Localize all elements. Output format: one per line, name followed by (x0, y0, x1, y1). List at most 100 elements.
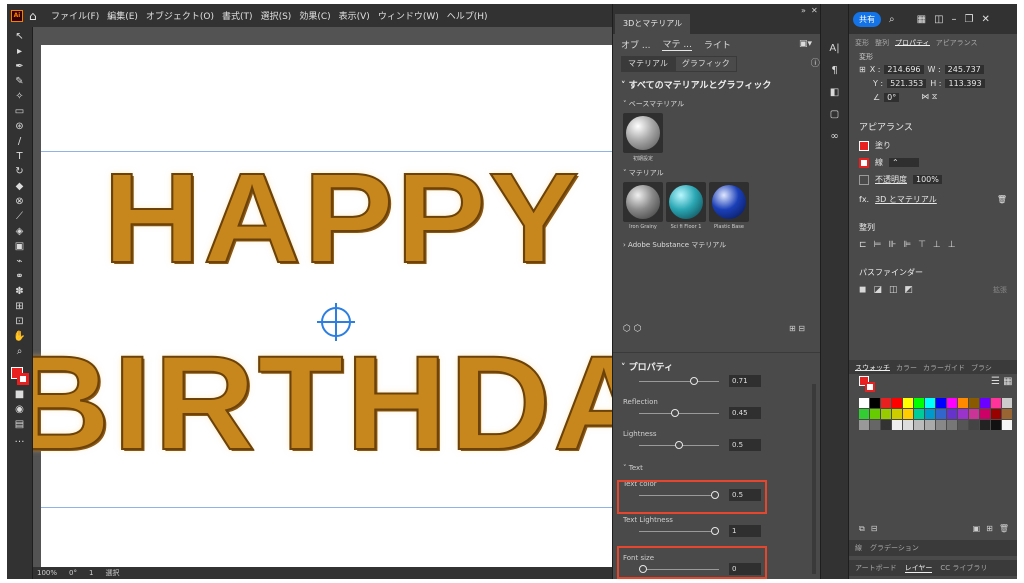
fill-stroke-swatches[interactable] (9, 365, 31, 387)
lightness-track[interactable] (639, 440, 719, 449)
intersect-icon[interactable]: ◫ (889, 285, 898, 295)
swatch-0[interactable] (859, 398, 869, 408)
tab-color-guide[interactable]: カラーガイド (923, 363, 965, 372)
delete-swatch-icon[interactable]: 🗑 (999, 524, 1009, 534)
effect-row[interactable]: fx. 3D とマテリアル 🗑 (849, 188, 1017, 208)
close-window-icon[interactable]: ✕ (981, 14, 989, 25)
subtab-lighting[interactable]: ライト (704, 38, 731, 51)
zoom-level[interactable]: 100% (37, 569, 57, 577)
render-options-icon[interactable]: ▣▾ (799, 39, 812, 49)
swatch-28[interactable] (859, 420, 869, 430)
color-mode-icon[interactable]: ■ (11, 387, 29, 402)
swatch-3[interactable] (892, 398, 902, 408)
zoom-tool-icon[interactable]: ⌕ (11, 344, 29, 359)
reflection-track[interactable] (639, 408, 719, 417)
swatch-26[interactable] (991, 409, 1001, 419)
angle-field[interactable]: 0° (884, 92, 900, 102)
artboard-tool-icon[interactable]: ⊞ (11, 299, 29, 314)
eraser-tool-icon[interactable]: ◆ (11, 179, 29, 194)
tab-layers[interactable]: レイヤー (904, 563, 933, 573)
align-bottom-icon[interactable]: ⊥ (948, 240, 956, 250)
all-materials-heading[interactable]: ˅ すべてのマテリアルとグラフィック (613, 72, 820, 95)
3d-rotate-widget-icon[interactable] (317, 303, 355, 341)
swatch-32[interactable] (903, 420, 913, 430)
tab-3d-materials[interactable]: 3Dとマテリアル (615, 14, 691, 34)
delete-effect-icon[interactable]: 🗑 (997, 195, 1007, 204)
opacity-field[interactable]: 100% (913, 175, 942, 184)
minus-front-icon[interactable]: ◪ (873, 285, 882, 295)
new-group-icon[interactable]: ▣ (973, 524, 981, 534)
swatch-13[interactable] (1002, 398, 1012, 408)
swatch-23[interactable] (958, 409, 968, 419)
menu-window[interactable]: ウィンドウ(W) (378, 9, 439, 22)
workspace-icon[interactable]: ▦ (917, 14, 926, 25)
rotate-tool-icon[interactable]: ↻ (11, 164, 29, 179)
stroke-color-swatch[interactable] (859, 157, 869, 168)
reflection-knob[interactable] (671, 408, 680, 417)
y-field[interactable]: 521.353 (887, 78, 927, 88)
slice-tool-icon[interactable]: ⊡ (11, 314, 29, 329)
swatch-17[interactable] (892, 409, 902, 419)
expand-button[interactable]: 拡張 (993, 285, 1007, 295)
swatch-18[interactable] (903, 409, 913, 419)
anchor-tool-icon[interactable]: ✧ (11, 89, 29, 104)
menu-help[interactable]: ヘルプ(H) (447, 9, 488, 22)
pencil-tool-icon[interactable]: / (11, 134, 29, 149)
swatch-2[interactable] (881, 398, 891, 408)
graphics-button[interactable]: グラフィック (674, 56, 737, 72)
material-actions-icon[interactable]: ⊞ ⊟ (789, 324, 805, 333)
stroke-weight-field[interactable]: ⌃ (889, 158, 919, 167)
menu-file[interactable]: ファイル(F) (51, 9, 99, 22)
align-middle-icon[interactable]: ⊥ (933, 240, 941, 250)
swatch-25[interactable] (980, 409, 990, 419)
more-tools-icon[interactable]: … (11, 432, 29, 447)
direct-selection-tool-icon[interactable]: ▸ (11, 44, 29, 59)
align-center-icon[interactable]: ⊪ (888, 240, 896, 250)
paragraph-panel-icon[interactable]: ¶ (831, 60, 837, 82)
fill-color-swatch[interactable] (859, 140, 869, 151)
curvature-tool-icon[interactable]: ✎ (11, 74, 29, 89)
blend-tool-icon[interactable]: ⚭ (11, 269, 29, 284)
align-to-icon[interactable]: ⊏ (859, 240, 867, 250)
menu-effect[interactable]: 効果(C) (299, 9, 330, 22)
new-swatch-icon[interactable]: ⊞ (986, 524, 993, 534)
tab-color[interactable]: カラー (896, 363, 917, 372)
search-icon[interactable]: ⌕ (889, 14, 895, 25)
symbol-tool-icon[interactable]: ✽ (11, 284, 29, 299)
links-panel-icon[interactable]: ∞ (830, 126, 838, 148)
menu-type[interactable]: 書式(T) (222, 9, 253, 22)
text-lightness-track[interactable] (639, 526, 719, 535)
draw-mode-icon[interactable]: ◉ (11, 402, 29, 417)
text-birthday[interactable]: BIRTHDAY (33, 327, 612, 480)
swatch-21[interactable] (936, 409, 946, 419)
hand-tool-icon[interactable]: ✋ (11, 329, 29, 344)
stroke-row[interactable]: 線 ⌃ (849, 154, 1017, 171)
flip-icon[interactable]: ⋈ ⧖ (921, 92, 937, 102)
subtab-object[interactable]: オブ ... (621, 38, 650, 51)
swatch-fill-stroke[interactable] (859, 376, 875, 392)
pen-tool-icon[interactable]: ✒ (11, 59, 29, 74)
home-icon[interactable]: ⌂ (29, 9, 43, 23)
properties-scrollbar[interactable] (812, 384, 816, 574)
reflection-value[interactable]: 0.45 (729, 407, 761, 419)
share-button[interactable]: 共有 (853, 11, 881, 27)
swatch-10[interactable] (969, 398, 979, 408)
swatch-7[interactable] (936, 398, 946, 408)
swatch-30[interactable] (881, 420, 891, 430)
menu-edit[interactable]: 編集(E) (107, 9, 138, 22)
swatch-9[interactable] (958, 398, 968, 408)
fill-row[interactable]: 塗り (849, 137, 1017, 154)
text-group-heading[interactable]: ˅ Text (623, 452, 793, 472)
align-right-icon[interactable]: ⊫ (903, 240, 911, 250)
align-top-icon[interactable]: ⊤ (918, 240, 926, 250)
swatch-15[interactable] (870, 409, 880, 419)
tab-artboards[interactable]: アートボード (855, 563, 897, 573)
swatch-27[interactable] (1002, 409, 1012, 419)
text-lightness-knob[interactable] (711, 526, 719, 535)
menu-view[interactable]: 表示(V) (339, 9, 370, 22)
menu-select[interactable]: 選択(S) (261, 9, 292, 22)
swatch-library-icon[interactable]: ⧉ (859, 524, 865, 534)
eyedropper-tool-icon[interactable]: ⌁ (11, 254, 29, 269)
w-field[interactable]: 245.737 (944, 64, 984, 74)
minimize-icon[interactable]: – (952, 14, 957, 25)
